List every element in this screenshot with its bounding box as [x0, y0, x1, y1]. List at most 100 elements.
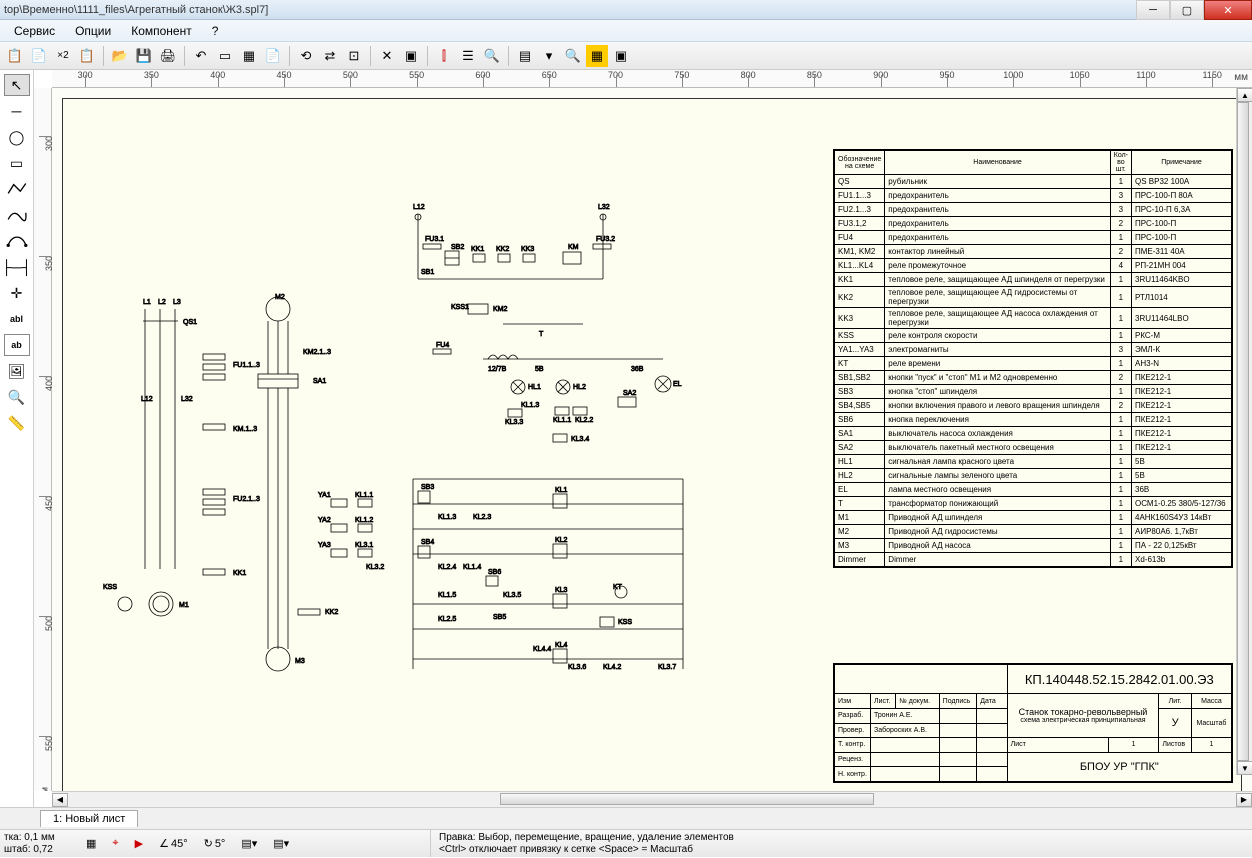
tool-ellipse-icon[interactable]: ◯: [4, 126, 30, 148]
svg-text:KL3.3: KL3.3: [505, 419, 523, 426]
tb-mirror-icon[interactable]: ⇄: [319, 45, 341, 67]
svg-text:KL1: KL1: [555, 487, 568, 494]
svg-text:KL2.2: KL2.2: [575, 417, 593, 424]
tool-bezier-icon[interactable]: [4, 230, 30, 252]
svg-text:KL3.7: KL3.7: [658, 664, 676, 671]
scroll-left-icon[interactable]: ◀: [52, 793, 68, 807]
table-row: SB6кнопка переключения1ПКЕ212-1: [835, 413, 1232, 427]
svg-text:KL3.5: KL3.5: [503, 592, 521, 599]
tool-rect-icon[interactable]: ▭: [4, 152, 30, 174]
tb-rotate-icon[interactable]: ⟲: [295, 45, 317, 67]
drawing-sheet[interactable]: L1L2L3 QS1 FU1.1..3 L12L32 KM.1..3 FU2.1…: [62, 98, 1242, 791]
table-row: KK3тепловое реле, защищающее АД насоса о…: [835, 308, 1232, 329]
tb-delete-icon[interactable]: ✕: [376, 45, 398, 67]
status-step[interactable]: ↻ 5°: [198, 835, 232, 852]
svg-text:M2: M2: [275, 294, 285, 301]
svg-text:QS1: QS1: [183, 319, 197, 326]
table-row: ELлампа местного освещения136В: [835, 483, 1232, 497]
tb-component-icon[interactable]: ▣: [610, 45, 632, 67]
tb-align-icon[interactable]: ⫿: [433, 45, 455, 67]
ruler-v-unit: мм: [39, 787, 49, 791]
svg-text:T: T: [539, 331, 544, 338]
tb-undo-icon[interactable]: ↶: [190, 45, 212, 67]
svg-text:SB5: SB5: [493, 614, 506, 621]
menu-service[interactable]: Сервис: [4, 22, 65, 40]
tool-dimension-icon[interactable]: ├─┤: [4, 256, 30, 278]
svg-text:FU3.2: FU3.2: [596, 236, 615, 243]
tb-list-icon[interactable]: ☰: [457, 45, 479, 67]
tool-zoom-icon[interactable]: 🔍: [4, 386, 30, 408]
svg-text:SB1: SB1: [421, 269, 434, 276]
menu-options[interactable]: Опции: [65, 22, 121, 40]
tool-image-icon[interactable]: 🖼: [4, 360, 30, 382]
table-row: M2Приводной АД гидросистемы1АИР80А6. 1,7…: [835, 525, 1232, 539]
table-row: KL1...KL4реле промежуточное4РП-21МН 004: [835, 259, 1232, 273]
svg-text:KK1: KK1: [471, 246, 484, 253]
tb-open-icon[interactable]: 📂: [109, 45, 131, 67]
title-block: КП.140448.52.15.2842.01.00.Э3 Изм Лист. …: [833, 663, 1233, 783]
tb-dropdown-icon[interactable]: ▾: [538, 45, 560, 67]
status-layer2-icon[interactable]: ▤▾: [267, 835, 295, 852]
tool-measure-icon[interactable]: 📏: [4, 412, 30, 434]
tb-size-icon[interactable]: ⊡: [343, 45, 365, 67]
tb-x2-icon[interactable]: ×2: [52, 45, 74, 67]
maximize-button[interactable]: ▢: [1170, 0, 1204, 20]
svg-text:KM2: KM2: [493, 306, 508, 313]
tb-group-icon[interactable]: ▣: [400, 45, 422, 67]
scroll-right-icon[interactable]: ▶: [1236, 793, 1252, 807]
svg-text:FU4: FU4: [436, 342, 449, 349]
svg-text:KL1.1: KL1.1: [355, 492, 373, 499]
tb-preview-icon[interactable]: 📄: [262, 45, 284, 67]
svg-text:L1: L1: [143, 299, 151, 306]
canvas[interactable]: L1L2L3 QS1 FU1.1..3 L12L32 KM.1..3 FU2.1…: [52, 88, 1252, 791]
table-row: HL2сигнальные лампы зеленого цвета15В: [835, 469, 1232, 483]
tb-paste-icon[interactable]: 📄: [28, 45, 50, 67]
table-row: HL1сигнальная лампа красного цвета15В: [835, 455, 1232, 469]
scroll-up-icon[interactable]: ▲: [1237, 88, 1252, 102]
tb-rect-icon[interactable]: ▭: [214, 45, 236, 67]
tool-text-abl[interactable]: abl: [4, 308, 30, 330]
parts-header-ref: Обозначение на схеме: [835, 151, 885, 175]
table-row: M1Приводной АД шпинделя14АНК160S4У3 14кВ…: [835, 511, 1232, 525]
status-flag-icon[interactable]: ▶: [129, 835, 149, 852]
tb-grid-icon[interactable]: ▦: [238, 45, 260, 67]
sheet-tabs: 1: Новый лист: [0, 807, 1252, 829]
tb-table-icon[interactable]: ▤: [514, 45, 536, 67]
svg-text:KL1.4: KL1.4: [463, 564, 481, 571]
tb-zoom-icon[interactable]: 🔍: [562, 45, 584, 67]
tb-copy-icon[interactable]: 📋: [4, 45, 26, 67]
tool-cursor-icon[interactable]: ↖: [4, 74, 30, 96]
status-layers-icon[interactable]: ▤▾: [235, 835, 263, 852]
ruler-unit: мм: [1234, 72, 1248, 83]
status-grid-icon[interactable]: ▦: [80, 835, 102, 852]
status-snap-icon[interactable]: ⌖: [106, 835, 124, 852]
menu-component[interactable]: Компонент: [121, 22, 202, 40]
tb-highlight-icon[interactable]: ▦: [586, 45, 608, 67]
minimize-button[interactable]: ─: [1136, 0, 1170, 20]
tool-curve-icon[interactable]: [4, 204, 30, 226]
svg-text:KL1.5: KL1.5: [438, 592, 456, 599]
svg-text:KL4.2: KL4.2: [603, 664, 621, 671]
table-row: SA2выключатель пакетный местного освещен…: [835, 441, 1232, 455]
svg-text:L12: L12: [141, 396, 153, 403]
tool-polyline-icon[interactable]: [4, 178, 30, 200]
table-row: FU3.1,2предохранитель2ПРС-100-П: [835, 217, 1232, 231]
svg-text:KSS: KSS: [618, 619, 632, 626]
tb-search-icon[interactable]: 🔍: [481, 45, 503, 67]
tb-print-icon[interactable]: 🖨: [157, 45, 179, 67]
tool-text-ab[interactable]: ab: [4, 334, 30, 356]
svg-text:KT: KT: [613, 584, 623, 591]
svg-text:SB3: SB3: [421, 484, 434, 491]
status-angle[interactable]: ∠ 45°: [153, 835, 194, 852]
menu-help[interactable]: ?: [202, 22, 229, 40]
scrollbar-vertical[interactable]: ▲ ▼: [1236, 88, 1252, 775]
close-button[interactable]: ✕: [1204, 0, 1252, 20]
sheet-tab-1[interactable]: 1: Новый лист: [40, 810, 138, 827]
svg-text:KL1.1: KL1.1: [553, 417, 571, 424]
scroll-down-icon[interactable]: ▼: [1237, 761, 1252, 775]
tb-save-icon[interactable]: 💾: [133, 45, 155, 67]
tb-clipboard-icon[interactable]: 📋: [76, 45, 98, 67]
tool-line-icon[interactable]: ─: [4, 100, 30, 122]
tool-snap-icon[interactable]: ✛: [4, 282, 30, 304]
scrollbar-horizontal[interactable]: ◀ ▶: [52, 791, 1252, 807]
